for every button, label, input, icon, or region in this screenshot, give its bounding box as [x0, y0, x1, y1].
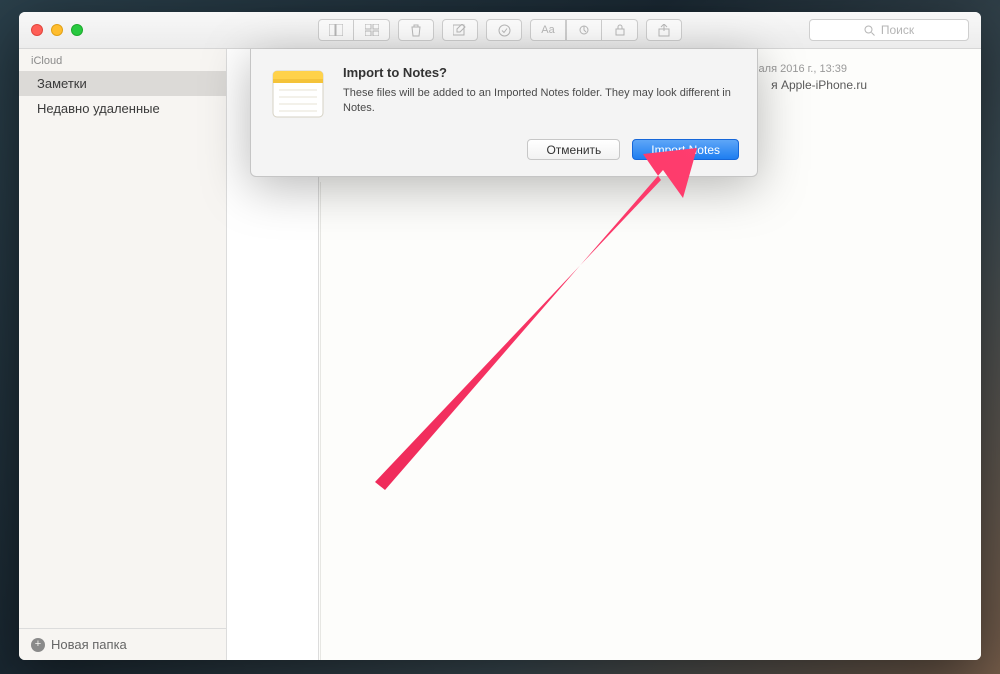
zoom-window-button[interactable] [71, 24, 83, 36]
format-lock-group: Aa [530, 19, 638, 41]
new-folder-button[interactable]: + Новая папка [19, 628, 226, 660]
paper-edge [320, 182, 321, 660]
cancel-button-label: Отменить [546, 143, 601, 157]
format-icon: Aa [541, 24, 554, 36]
search-input[interactable]: Поиск [809, 19, 969, 41]
sidebar-item-label: Заметки [37, 76, 87, 91]
close-window-button[interactable] [31, 24, 43, 36]
view-mode-group [318, 19, 390, 41]
checklist-button[interactable] [486, 19, 522, 41]
dialog-message: These files will be added to an Imported… [343, 86, 739, 116]
minimize-window-button[interactable] [51, 24, 63, 36]
sidebar: iCloud Заметки Недавно удаленные + Новая… [19, 49, 227, 660]
attach-button[interactable] [566, 19, 602, 41]
sidebar-item-label: Недавно удаленные [37, 101, 160, 116]
titlebar: Aa Поиск [19, 12, 981, 49]
new-note-button[interactable] [442, 19, 478, 41]
notes-app-icon [269, 65, 327, 123]
format-button[interactable]: Aa [530, 19, 566, 41]
import-notes-button-label: Import Notes [651, 143, 720, 157]
delete-button[interactable] [398, 19, 434, 41]
search-placeholder: Поиск [881, 23, 914, 37]
share-button[interactable] [646, 19, 682, 41]
dialog-buttons: Отменить Import Notes [269, 139, 739, 160]
import-dialog: Import to Notes? These files will be add… [250, 49, 758, 177]
lock-button[interactable] [602, 19, 638, 41]
toolbar: Aa [318, 19, 682, 41]
plus-icon: + [31, 638, 45, 652]
search-icon [864, 25, 875, 36]
import-notes-button[interactable]: Import Notes [632, 139, 739, 160]
sidebar-item-recently-deleted[interactable]: Недавно удаленные [19, 96, 226, 121]
sidebar-item-notes[interactable]: Заметки [19, 71, 226, 96]
new-folder-label: Новая папка [51, 637, 127, 652]
grid-view-button[interactable] [354, 19, 390, 41]
cancel-button[interactable]: Отменить [527, 139, 620, 160]
traffic-lights [19, 24, 83, 36]
list-view-button[interactable] [318, 19, 354, 41]
dialog-title: Import to Notes? [343, 65, 739, 80]
dialog-text: Import to Notes? These files will be add… [343, 65, 739, 123]
sidebar-section-header: iCloud [19, 49, 226, 71]
